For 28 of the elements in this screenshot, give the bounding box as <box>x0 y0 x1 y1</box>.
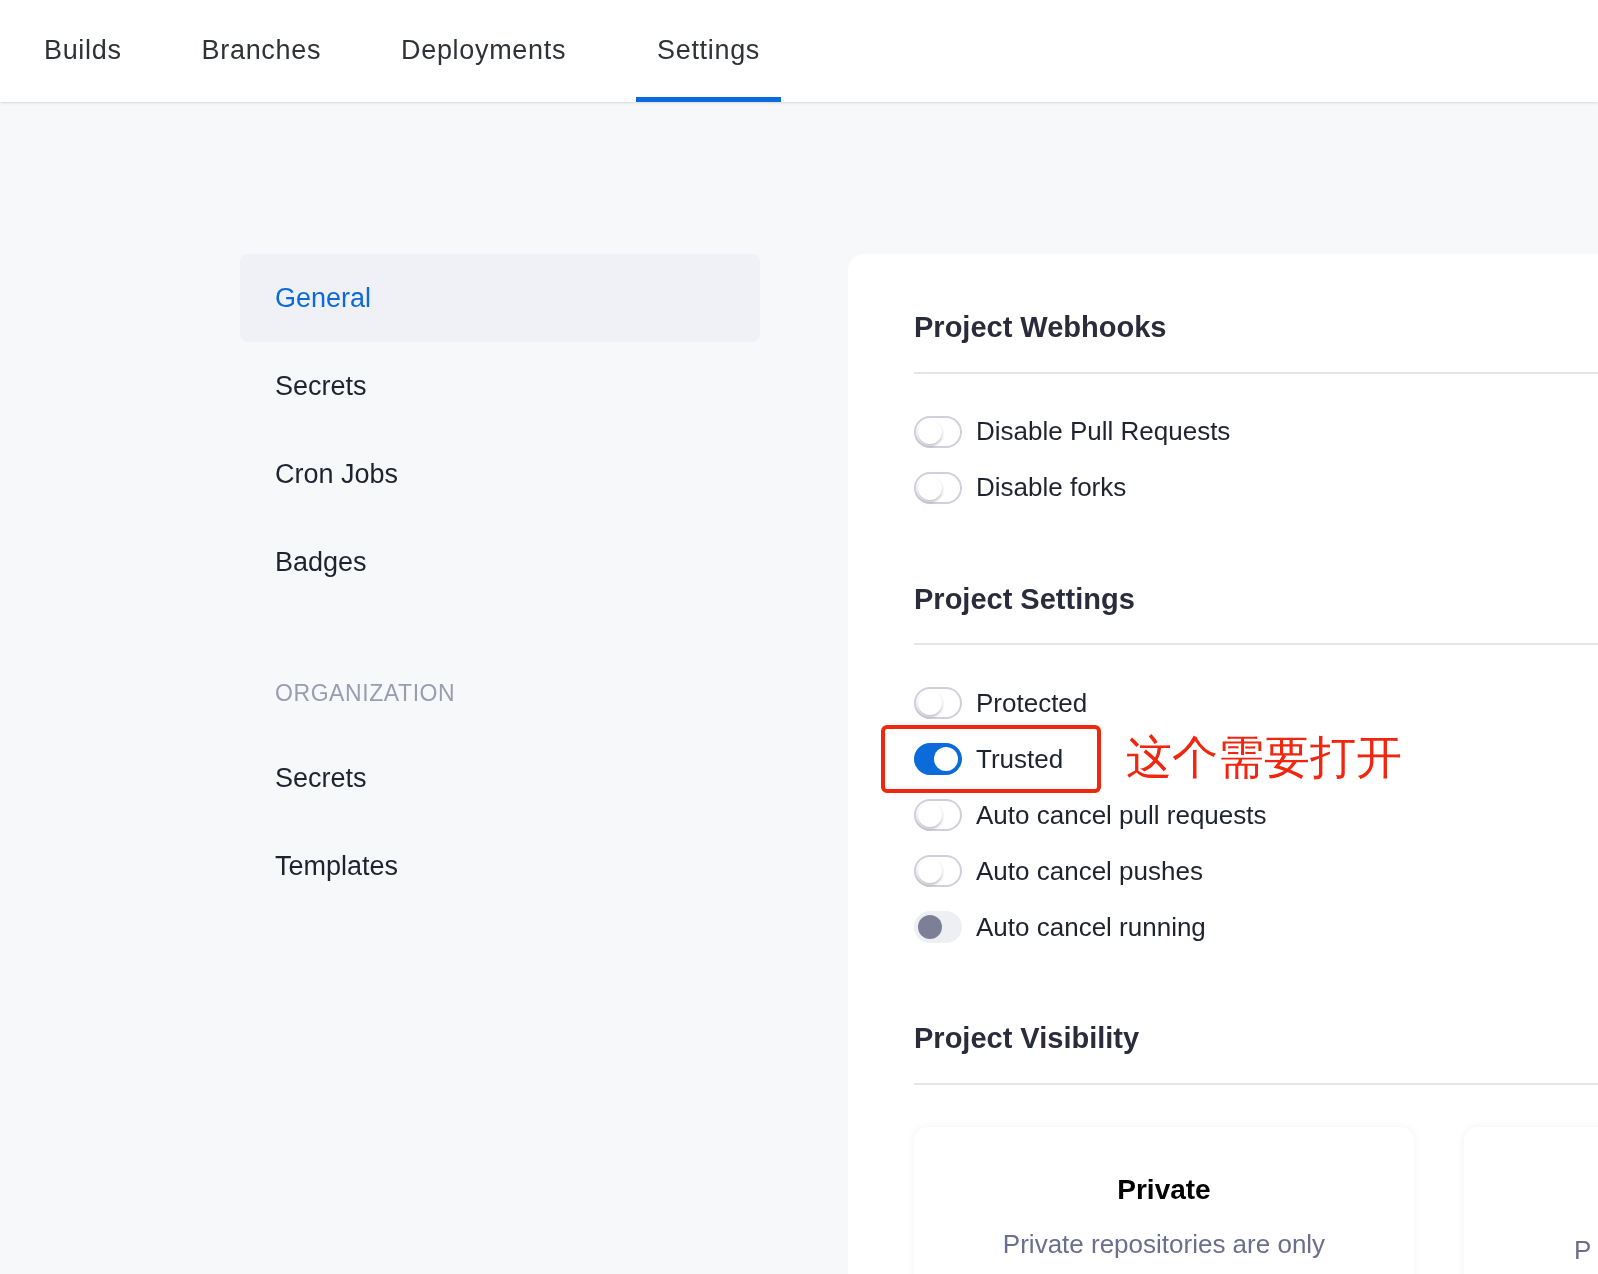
nav-tab[interactable]: Branches <box>191 0 332 102</box>
toggle-label: Disable Pull Requests <box>976 415 1231 448</box>
nav-tab[interactable]: Builds <box>34 0 132 102</box>
toggle-switch[interactable] <box>914 743 962 775</box>
section-title: Project Webhooks <box>914 306 1598 374</box>
toggle-label: Auto cancel pull requests <box>976 798 1267 832</box>
nav-tab[interactable]: Deployments <box>391 0 577 102</box>
nav-tab[interactable]: Settings <box>636 0 782 102</box>
toggle-label: Disable forks <box>976 471 1127 504</box>
sidebar-item[interactable]: Cron Jobs <box>240 430 760 518</box>
sidebar-item[interactable]: Secrets <box>240 342 760 430</box>
visibility-option[interactable]: P <box>1464 1126 1598 1274</box>
section-title: Project Visibility <box>914 1017 1598 1085</box>
option-description: Private repositories are only <box>1002 1227 1326 1261</box>
sidebar-item[interactable]: Badges <box>240 518 760 606</box>
toggle-label: Trusted <box>976 742 1064 776</box>
toggle-label: Protected <box>976 686 1088 720</box>
option-title: Private <box>1117 1172 1211 1207</box>
section-label: ORGANIZATION <box>274 679 457 708</box>
option-description: P <box>1574 1233 1592 1267</box>
toggle-label: Auto cancel running <box>976 910 1206 944</box>
visibility-option[interactable]: Private Private repositories are only <box>914 1126 1414 1274</box>
sidebar-item[interactable]: Secrets <box>240 734 760 823</box>
annotation-note: 这个需要打开 <box>1126 729 1402 786</box>
toggle-label: Auto cancel pushes <box>976 854 1203 888</box>
sidebar-item[interactable]: General <box>240 254 760 342</box>
section-title: Project Settings <box>914 577 1598 645</box>
sidebar-item[interactable]: Templates <box>240 822 760 911</box>
